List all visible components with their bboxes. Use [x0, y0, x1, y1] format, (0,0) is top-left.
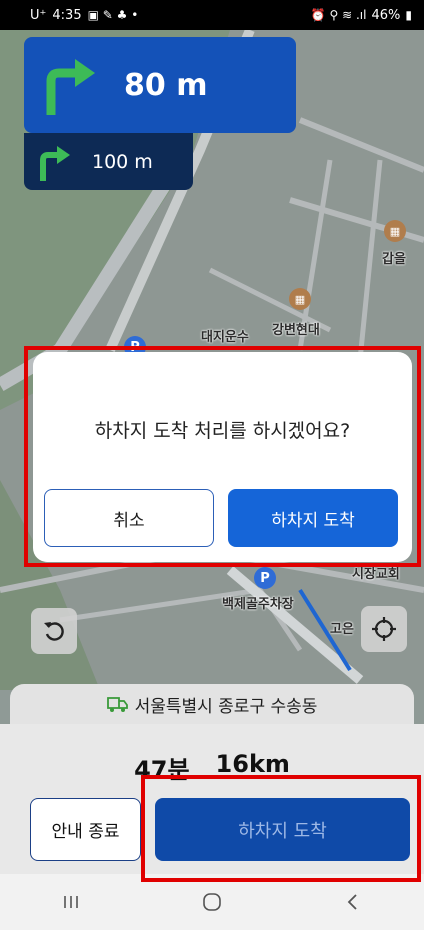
turn-right-arrow-icon	[24, 37, 114, 133]
map-label-6: 시장교회	[352, 567, 400, 582]
status-bar: U⁺ 4:35 ▣ ✎ ♣ • ⏰ ⚲ ≋ .ıl 46% ▮	[0, 0, 424, 30]
destination-address: 서울특별시 종로구 수송동	[134, 696, 318, 717]
building-poi-icon: ▦	[384, 220, 406, 242]
home-icon	[203, 893, 221, 911]
battery-label: 46%	[371, 7, 401, 23]
eta-summary: 47분 16km	[0, 750, 424, 785]
dialog-message: 하차지 도착 처리를 하시겠어요?	[94, 420, 351, 442]
system-status-icons: ⏰ ⚲ ≋ .ıl	[310, 8, 367, 22]
building-poi-icon: ▦	[289, 288, 311, 310]
turn-guidance-next: 100 m	[24, 133, 193, 190]
time-label: 4:35	[52, 7, 82, 23]
battery-icon: ▮	[405, 8, 412, 22]
turn-next-distance: 100 m	[92, 150, 153, 173]
turn-guidance-primary: 80 m	[24, 37, 296, 133]
recent-apps-icon	[63, 896, 78, 908]
truck-icon	[106, 697, 128, 712]
recent-apps-button[interactable]	[41, 882, 101, 922]
map-label-1: 갑을	[382, 252, 406, 267]
back-icon	[348, 894, 357, 910]
map-label-2: 대지운수	[201, 330, 249, 345]
home-button[interactable]	[182, 882, 242, 922]
map-label-4: 백제골주차장	[222, 597, 294, 612]
map-label-3: 강변현대	[272, 323, 320, 338]
crosshair-icon	[372, 617, 396, 641]
rotate-icon	[44, 622, 64, 641]
arrival-confirm-dialog: 하차지 도착 처리를 하시겠어요? 취소 하차지 도착	[33, 352, 412, 562]
arrive-button[interactable]: 하차지 도착	[155, 798, 410, 861]
end-guidance-button[interactable]: 안내 종료	[30, 798, 141, 861]
notification-icons: ▣ ✎ ♣ •	[87, 8, 139, 22]
cancel-button[interactable]: 취소	[44, 489, 214, 547]
confirm-arrival-button[interactable]: 하차지 도착	[228, 489, 398, 547]
back-button[interactable]	[323, 882, 383, 922]
bottom-panel: 47분 16km 안내 종료 하차지 도착	[0, 724, 424, 874]
system-nav-bar	[0, 874, 424, 930]
rotate-button[interactable]	[31, 608, 77, 654]
locate-button[interactable]	[361, 606, 407, 652]
map-label-5: 고은	[330, 622, 354, 637]
turn-right-arrow-icon	[24, 133, 84, 190]
parking-icon: P	[254, 567, 276, 589]
destination-bar: 서울특별시 종로구 수송동	[10, 684, 414, 724]
carrier-label: U⁺	[30, 7, 47, 23]
eta-time: 47분	[134, 756, 190, 784]
turn-main-distance: 80 m	[124, 67, 208, 103]
eta-distance: 16km	[215, 750, 290, 778]
